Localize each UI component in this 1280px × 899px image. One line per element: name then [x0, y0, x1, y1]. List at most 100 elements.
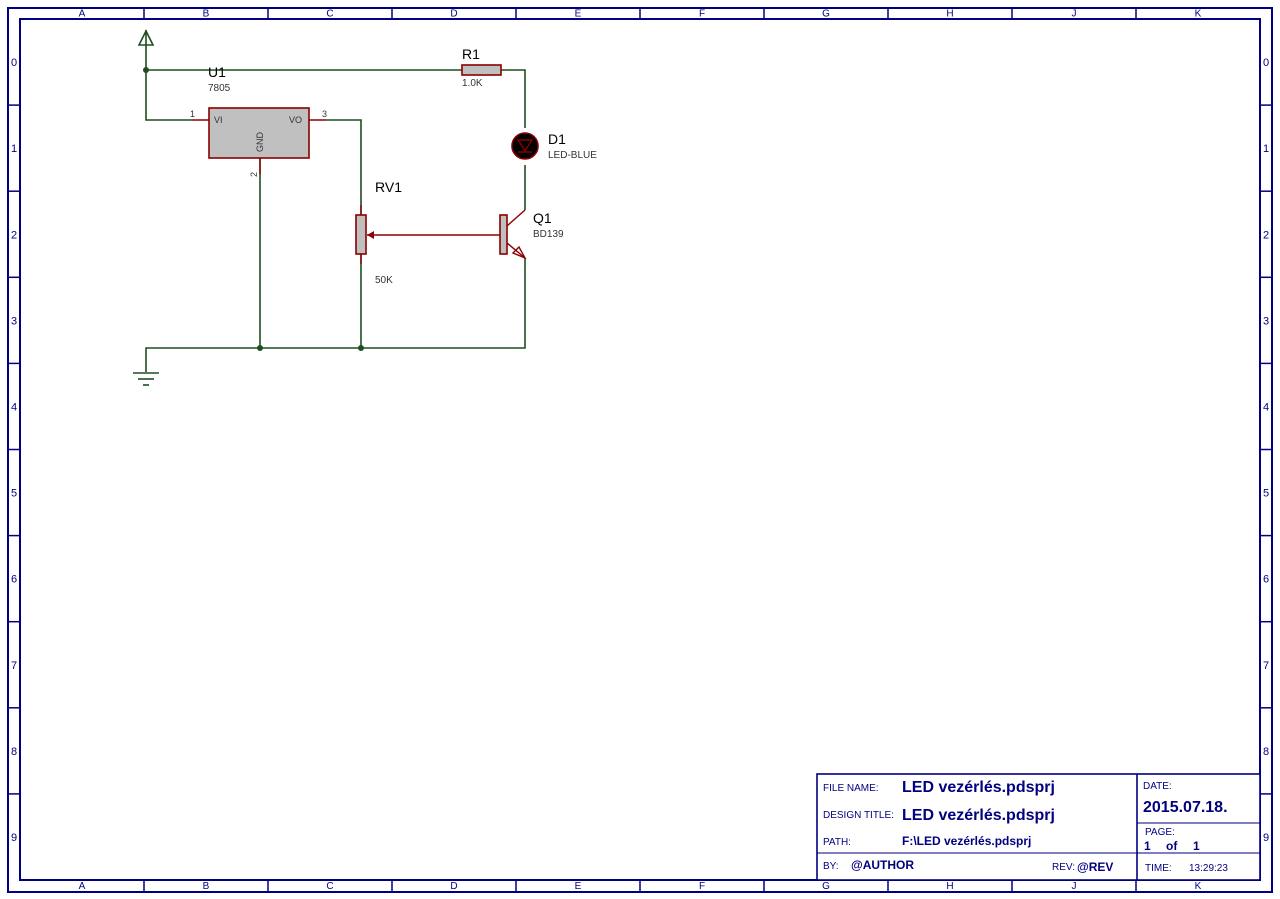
- column-label: H: [946, 881, 953, 892]
- row-label: 8: [11, 746, 17, 758]
- row-label: 3: [1263, 315, 1269, 327]
- row-label: 7: [11, 660, 17, 672]
- time-value: 13:29:23: [1189, 863, 1228, 874]
- component-u1[interactable]: U1 7805 1 3 2 VI VO GND: [190, 64, 327, 177]
- row-label: 7: [1263, 660, 1269, 672]
- u1-pin3: 3: [322, 109, 327, 119]
- column-label: F: [699, 9, 705, 20]
- q1-body: [499, 214, 508, 255]
- u1-gnd-label: GND: [255, 132, 265, 153]
- column-label: B: [203, 9, 210, 20]
- led-icon: [511, 132, 539, 160]
- rv1-body: [355, 214, 367, 255]
- row-ticks: 0 0 1 1 2 2 3 3 4 4 5 5 6 6 7 7 8 8 9 9: [8, 57, 1272, 844]
- column-label: J: [1072, 9, 1077, 20]
- title-block: FILE NAME: LED vezérlés.pdsprj DESIGN TI…: [816, 773, 1261, 881]
- component-rv1[interactable]: RV1 50K: [355, 179, 500, 286]
- r1-body: [461, 64, 502, 76]
- column-label: H: [946, 9, 953, 20]
- wires: [143, 45, 526, 372]
- column-label: G: [822, 9, 830, 20]
- u1-vi-label: VI: [214, 115, 223, 125]
- page-label: PAGE:: [1145, 827, 1175, 838]
- page-of: of: [1166, 839, 1178, 853]
- q1-collector: [506, 209, 526, 227]
- row-label: 4: [11, 401, 17, 413]
- page-number: 1: [1144, 839, 1151, 853]
- component-d1[interactable]: D1 LED-BLUE: [511, 131, 597, 161]
- row-label: 9: [11, 832, 17, 844]
- d1-ref: D1: [548, 131, 566, 147]
- u1-pin1: 1: [190, 109, 195, 119]
- row-label: 3: [11, 315, 17, 327]
- row-label: 6: [1263, 574, 1269, 586]
- date-label: DATE:: [1143, 781, 1172, 792]
- wire-u1-vo-rv1: [326, 119, 362, 215]
- column-label: F: [699, 881, 705, 892]
- q1-ref: Q1: [533, 210, 552, 226]
- column-label: J: [1072, 881, 1077, 892]
- row-label: 2: [11, 229, 17, 241]
- date-value: 2015.07.18.: [1143, 799, 1228, 816]
- row-label: 6: [11, 574, 17, 586]
- column-label: A: [79, 9, 86, 20]
- wire-q1-emitter-gnd: [145, 258, 526, 372]
- u1-ref: U1: [208, 64, 226, 80]
- design-title-value: LED vezérlés.pdsprj: [902, 807, 1055, 824]
- rv1-ref: RV1: [375, 179, 402, 195]
- page-total: 1: [1193, 839, 1200, 853]
- rv1-value: 50K: [375, 275, 393, 286]
- column-label: G: [822, 881, 830, 892]
- column-label: D: [450, 9, 457, 20]
- drawing-frame: A A B B C C D D E E F F G G H H J J K K 0 0 1 1 2 2 3 3 4 4 5 5 6 6 7 7 8 8 9…: [7, 7, 1273, 893]
- power-terminal-icon: [137, 29, 155, 46]
- design-title-label: DESIGN TITLE:: [823, 810, 894, 821]
- r1-ref: R1: [462, 46, 480, 62]
- junction-dot: [143, 67, 149, 73]
- row-label: 0: [11, 57, 17, 69]
- row-label: 9: [1263, 832, 1269, 844]
- column-label: C: [326, 881, 333, 892]
- row-label: 1: [11, 143, 17, 155]
- u1-value: 7805: [208, 83, 231, 94]
- component-r1[interactable]: R1 1.0K: [461, 46, 502, 89]
- r1-value: 1.0K: [462, 78, 483, 89]
- column-label: A: [79, 881, 86, 892]
- d1-value: LED-BLUE: [548, 150, 597, 161]
- row-label: 0: [1263, 57, 1269, 69]
- junction-dot: [257, 345, 263, 351]
- file-name-value: LED vezérlés.pdsprj: [902, 779, 1055, 796]
- column-label: D: [450, 881, 457, 892]
- column-label: E: [575, 881, 582, 892]
- u1-vo-label: VO: [289, 115, 302, 125]
- u1-pin2: 2: [249, 172, 259, 177]
- path-value: F:\LED vezérlés.pdsprj: [902, 834, 1031, 848]
- row-label: 8: [1263, 746, 1269, 758]
- ground-symbol-icon: [133, 372, 159, 386]
- column-label: E: [575, 9, 582, 20]
- column-label: B: [203, 881, 210, 892]
- path-label: PATH:: [823, 837, 851, 848]
- wire-r1-d1: [501, 69, 526, 128]
- row-label: 2: [1263, 229, 1269, 241]
- wire-vcc-rail: [145, 45, 462, 71]
- wire-vcc-u1-vi: [145, 70, 192, 121]
- q1-value: BD139: [533, 229, 564, 240]
- column-label: K: [1195, 9, 1202, 20]
- rev-value: @REV: [1077, 860, 1113, 874]
- junction-dot: [358, 345, 364, 351]
- row-label: 5: [1263, 488, 1269, 500]
- time-label: TIME:: [1145, 863, 1172, 874]
- component-q1[interactable]: Q1 BD139: [499, 209, 564, 260]
- row-label: 1: [1263, 143, 1269, 155]
- rv1-wiper-arrow-icon: [367, 231, 374, 239]
- row-label: 4: [1263, 401, 1269, 413]
- schematic-sheet: A A B B C C D D E E F F G G H H J J K K 0 0 1 1 2 2 3 3 4 4 5 5 6 6 7 7 8 8 9…: [7, 7, 1273, 893]
- column-label: C: [326, 9, 333, 20]
- file-name-label: FILE NAME:: [823, 783, 879, 794]
- rev-label: REV:: [1052, 862, 1075, 873]
- column-label: K: [1195, 881, 1202, 892]
- by-label: BY:: [823, 861, 839, 872]
- row-label: 5: [11, 488, 17, 500]
- by-value: @AUTHOR: [851, 858, 914, 872]
